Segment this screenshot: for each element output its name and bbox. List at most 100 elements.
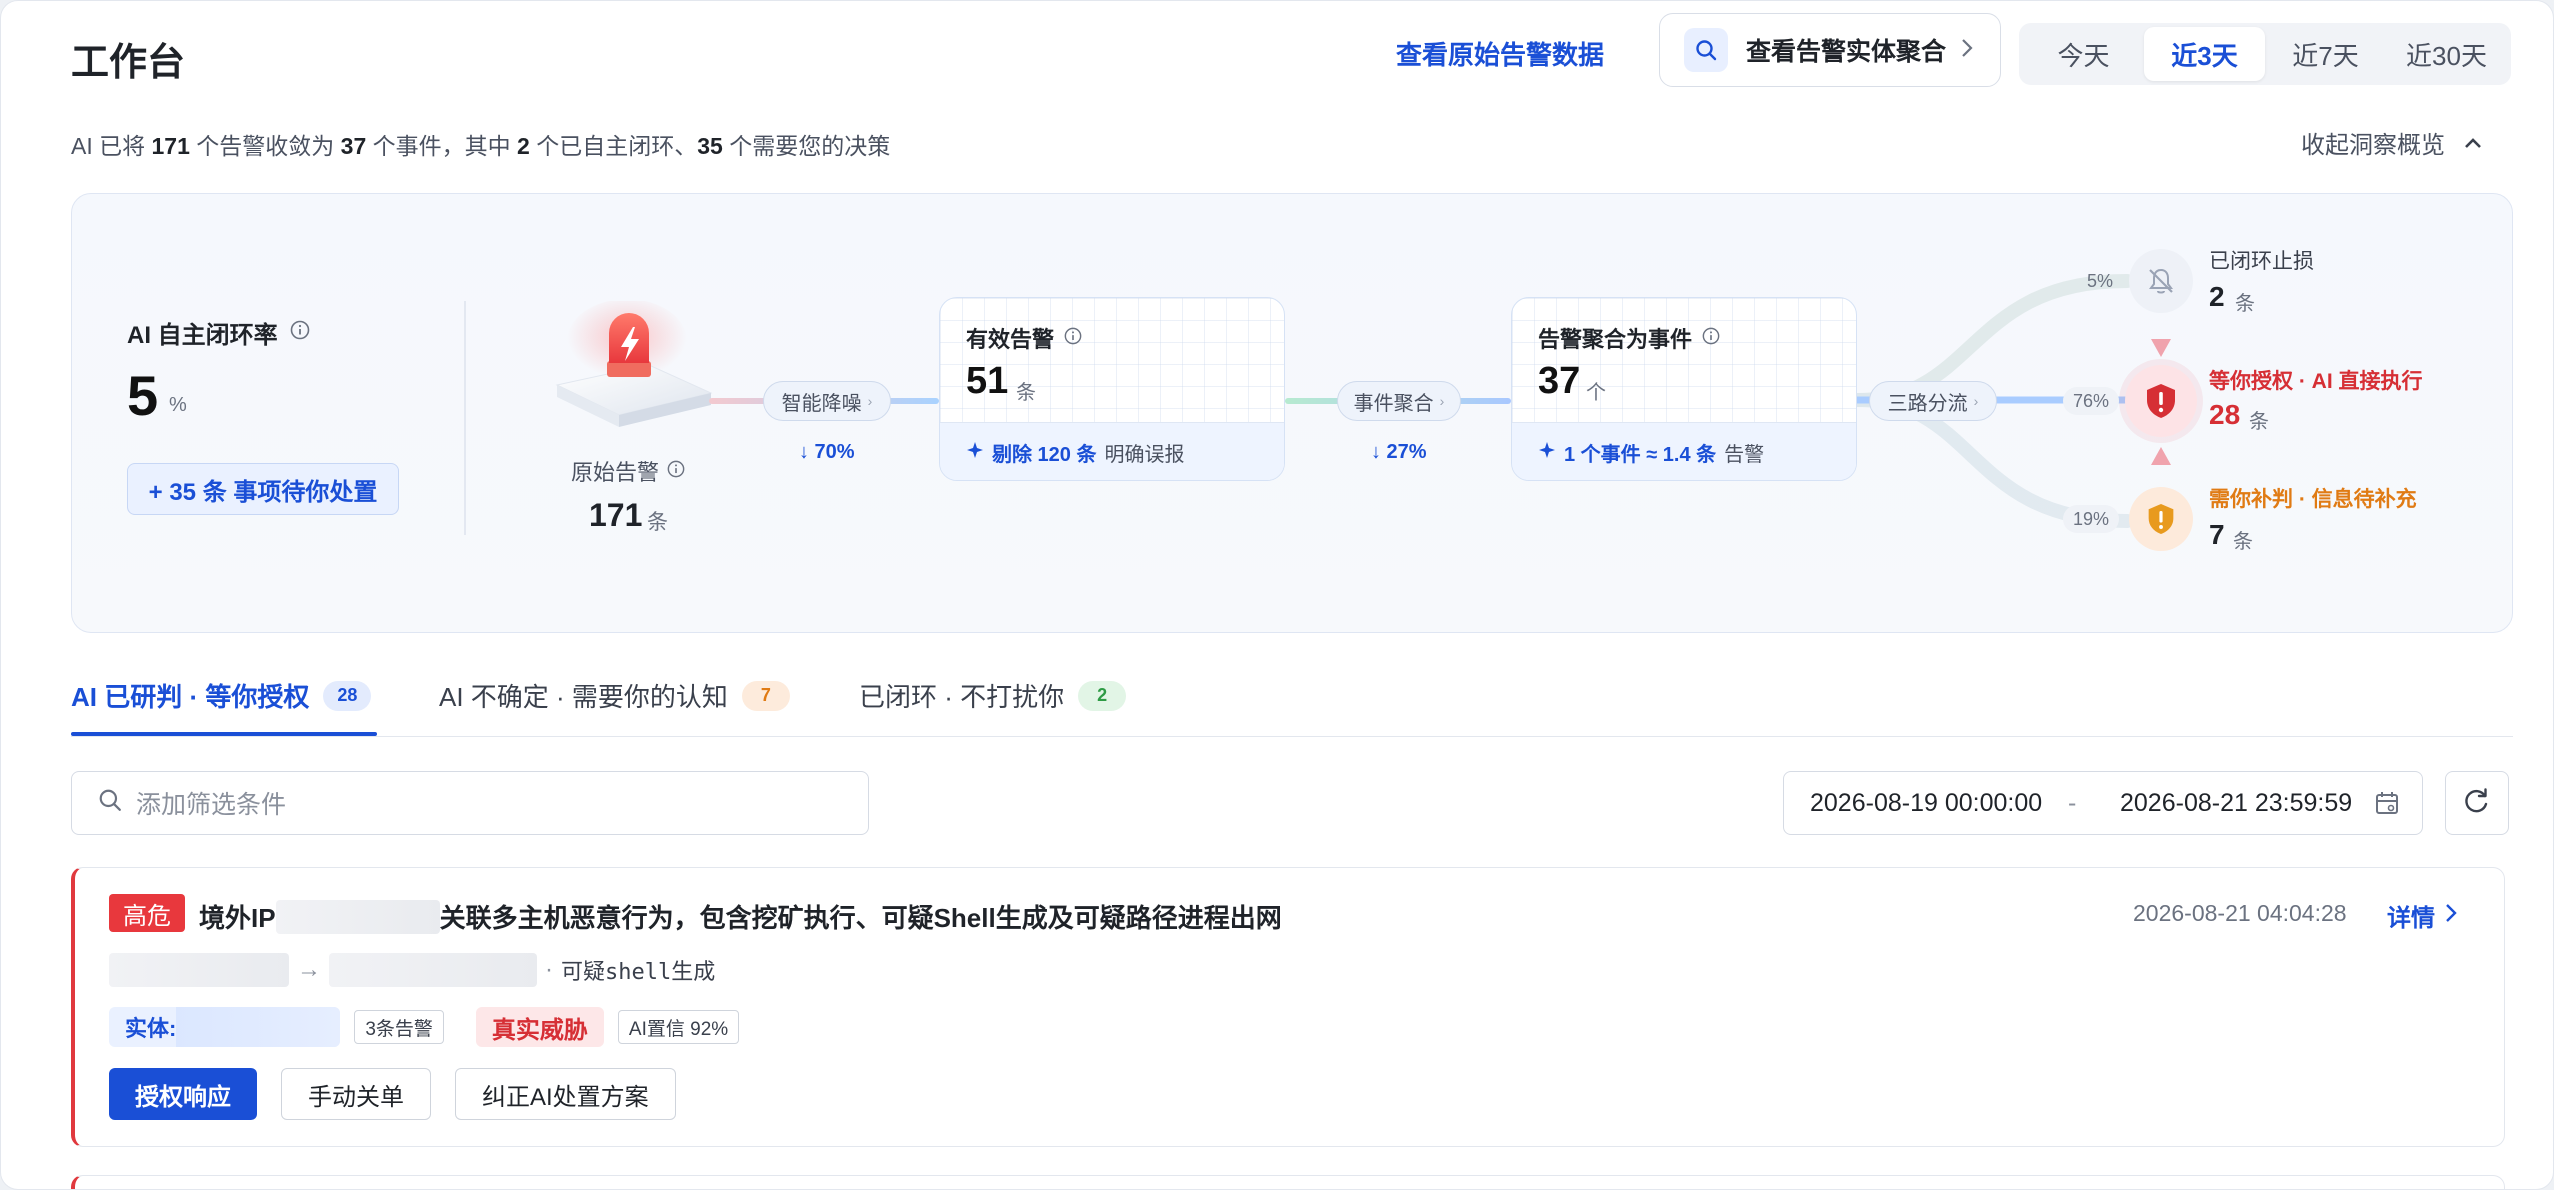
info-icon[interactable] [1702, 325, 1720, 351]
aggregate-reduction: ↓ 27% [1371, 441, 1427, 463]
tab-closed[interactable]: 已闭环 · 不打扰你 2 [859, 677, 1127, 714]
shield-warning-icon [2129, 487, 2193, 551]
closure-rate-label: AI 自主闭环率 [127, 315, 310, 350]
date-start[interactable]: 2026-08-19 00:00:00 [1810, 789, 2042, 818]
collapse-overview-button[interactable]: 收起洞察概览 [2301, 125, 2483, 160]
arrow-down-icon [2151, 339, 2171, 357]
alert-count-tag: 3条告警 [354, 1010, 444, 1044]
outcome-authorize-percent: 76% [2063, 387, 2120, 415]
info-icon[interactable] [667, 458, 685, 484]
refresh-button[interactable] [2445, 771, 2509, 835]
outcome-closed-percent: 5% [2087, 270, 2114, 291]
info-icon[interactable] [290, 319, 310, 347]
outcome-supplement-title[interactable]: 需你补判 · 信息待补充 [2209, 483, 2417, 513]
time-range-selector: 今天 近3天 近7天 近30天 [2019, 23, 2511, 85]
threat-tag: 真实威胁 [475, 1007, 604, 1047]
tab-ai-judged[interactable]: AI 已研判 · 等你授权 28 [71, 677, 372, 714]
severity-badge: 高危 [109, 894, 185, 932]
muted-bell-icon [2129, 249, 2193, 313]
masked-target [329, 953, 537, 987]
authorize-response-button[interactable]: 授权响应 [109, 1068, 257, 1120]
outcome-supplement-percent: 19% [2063, 505, 2120, 533]
closure-rate-value: 5 [127, 364, 159, 427]
tab-ai-uncertain[interactable]: AI 不确定 · 需要你的认知 7 [439, 677, 790, 714]
range-30days[interactable]: 近30天 [2386, 27, 2507, 81]
sparkle-icon [966, 441, 984, 465]
outcome-closed-title: 已闭环止损 [2209, 250, 2314, 273]
date-end[interactable]: 2026-08-21 23:59:59 [2120, 789, 2352, 818]
alert-timestamp: 2026-08-21 04:04:28 [2133, 900, 2347, 926]
events-unit: 个 [1586, 382, 1606, 404]
effective-alerts-unit: 条 [1016, 382, 1036, 404]
tab-count-badge: 7 [741, 680, 790, 711]
denoise-reduction: ↓ 70% [799, 441, 855, 463]
entity-aggregation-button[interactable]: 查看告警实体聚合 [1659, 13, 2001, 87]
raw-alerts-value: 171 [589, 497, 643, 533]
tab-count-badge: 2 [1078, 680, 1127, 711]
aggregate-stage-pill[interactable]: 事件聚合 › [1337, 381, 1461, 421]
outcome-supplement-unit: 条 [2233, 531, 2253, 553]
manual-close-button[interactable]: 手动关单 [281, 1068, 431, 1120]
ai-summary-text: AI 已将 171 个告警收敛为 37 个事件，其中 2 个已自主闭环、35 个… [71, 133, 891, 159]
range-3days[interactable]: 近3天 [2144, 27, 2265, 81]
masked-source [109, 953, 289, 987]
calendar-icon [2374, 790, 2400, 823]
effective-alerts-footer: 剔除 120 条明确误报 [940, 422, 1284, 480]
entity-tag[interactable]: 实体: [109, 1007, 341, 1047]
masked-ip [275, 899, 440, 934]
alert-actions: 授权响应 手动关单 纠正AI处置方案 [109, 1068, 676, 1120]
divider [464, 301, 466, 535]
range-today[interactable]: 今天 [2023, 27, 2144, 81]
chevron-right-icon [2445, 902, 2457, 930]
tabs-divider [71, 736, 2513, 737]
filter-placeholder: 添加筛选条件 [136, 791, 287, 819]
chevron-right-icon [1960, 37, 1974, 64]
path-description: 可疑shell生成 [561, 960, 716, 985]
arrow-right-icon: → [297, 956, 321, 983]
active-tab-indicator [71, 732, 377, 736]
outcome-supplement-value: 7 [2209, 519, 2225, 550]
outcome-closed-unit: 条 [2235, 293, 2255, 315]
split-stage-pill[interactable]: 三路分流 › [1869, 381, 1997, 421]
outcome-authorize-title[interactable]: 等你授权 · AI 直接执行 [2209, 365, 2423, 395]
events-value: 37 [1538, 360, 1581, 402]
event-aggregation-card[interactable]: 告警聚合为事件 37 个 1 个事件 ≈ 1.4 条告警 [1511, 297, 1857, 481]
date-separator: - [2068, 789, 2077, 817]
closure-rate-unit: % [169, 394, 187, 416]
outcome-authorize-unit: 条 [2249, 411, 2269, 433]
arrow-up-icon [2151, 447, 2171, 465]
info-icon[interactable] [1064, 325, 1082, 351]
raw-alerts-label: 原始告警 [571, 455, 685, 487]
masked-entity [176, 1007, 341, 1047]
events-footer: 1 个事件 ≈ 1.4 条告警 [1512, 422, 1856, 480]
confidence-tag: AI置信 92% [617, 1010, 740, 1044]
shield-alert-icon [2125, 365, 2197, 437]
tab-count-badge: 28 [323, 680, 372, 711]
alert-card[interactable] [71, 1175, 2505, 1189]
chevron-right-icon: › [1439, 393, 1445, 409]
refresh-icon [2463, 787, 2491, 820]
attack-path: → · 可疑shell生成 [109, 952, 715, 988]
workbench-window: 工作台 查看原始告警数据 查看告警实体聚合 今天 近3天 近7天 近30天 AI… [0, 0, 2554, 1190]
raw-alerts-unit: 条 [647, 511, 668, 534]
date-range-picker[interactable]: 2026-08-19 00:00:00 - 2026-08-21 23:59:5… [1783, 771, 2423, 835]
alert-title[interactable]: 境外IP 关联多主机恶意行为，包含挖矿执行、可疑Shell生成及可疑路径进程出网 [199, 898, 1282, 935]
chevron-right-icon: › [1973, 393, 1979, 409]
correct-ai-plan-button[interactable]: 纠正AI处置方案 [455, 1068, 676, 1120]
pending-items-button[interactable]: + 35 条 事项待你处置 [127, 463, 399, 515]
denoise-stage-pill[interactable]: 智能降噪 › [763, 381, 891, 421]
detail-link[interactable]: 详情 [2387, 898, 2457, 933]
filter-input[interactable]: 添加筛选条件 [71, 771, 869, 835]
range-7days[interactable]: 近7天 [2265, 27, 2386, 81]
siren-alarm-icon [549, 299, 719, 436]
chevron-right-icon: › [867, 393, 873, 409]
effective-alerts-value: 51 [966, 360, 1009, 402]
search-icon [1684, 28, 1728, 72]
view-raw-alerts-link[interactable]: 查看原始告警数据 [1396, 35, 1604, 72]
effective-alerts-card[interactable]: 有效告警 51 条 剔除 120 条明确误报 [939, 297, 1285, 481]
alert-card[interactable]: 高危 境外IP 关联多主机恶意行为，包含挖矿执行、可疑Shell生成及可疑路径进… [71, 867, 2505, 1147]
sparkle-icon [1538, 441, 1556, 465]
outcome-authorize-value: 28 [2209, 399, 2241, 430]
chevron-up-icon [2463, 129, 2483, 157]
page-title: 工作台 [71, 42, 186, 84]
